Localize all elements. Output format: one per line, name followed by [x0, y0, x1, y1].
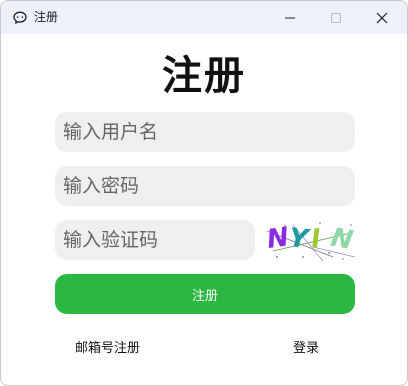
minimize-button[interactable]: [267, 1, 313, 34]
username-input[interactable]: [55, 112, 355, 152]
minimize-icon: [285, 17, 295, 18]
page-title: 注册: [162, 53, 246, 99]
captcha-char: I: [310, 224, 322, 255]
register-button[interactable]: 注册: [55, 274, 355, 314]
maximize-icon: [331, 12, 341, 23]
maximize-button[interactable]: [313, 1, 359, 34]
window-title: 注册: [34, 10, 59, 24]
chat-bubble-icon: [13, 11, 27, 24]
close-button[interactable]: [359, 1, 405, 34]
password-input[interactable]: [55, 166, 355, 206]
captcha-char: N: [329, 223, 356, 256]
login-link[interactable]: 登录: [293, 340, 319, 358]
captcha-chars: NY I N: [265, 222, 355, 256]
email-register-link[interactable]: 邮箱号注册: [75, 340, 140, 358]
captcha-char: Y: [287, 223, 312, 255]
title-bar: 注册: [1, 1, 407, 34]
captcha-input[interactable]: [55, 220, 255, 260]
captcha-image[interactable]: NY I N: [263, 217, 357, 263]
close-icon: [376, 12, 388, 23]
register-window: 注册 注册 输入用户名 输入验证码 N Y I N 注册 邮箱号注册 登录: [0, 0, 408, 386]
